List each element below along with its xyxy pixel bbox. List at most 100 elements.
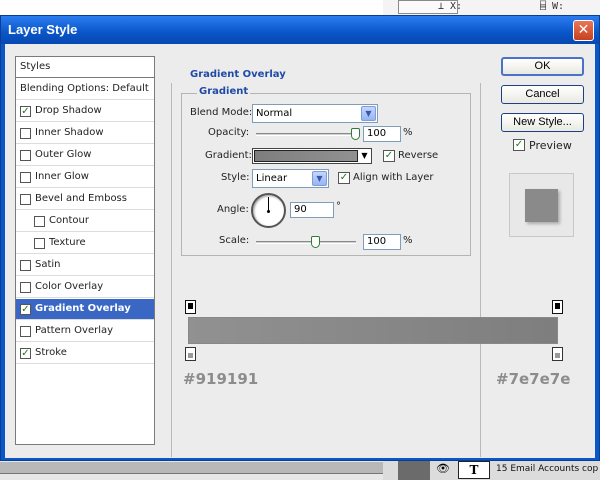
chevron-down-icon[interactable]: ▼	[312, 171, 327, 186]
style-item-label: Texture	[49, 237, 86, 248]
style-item-blending-options-default[interactable]: Blending Options: Default	[16, 79, 154, 100]
preview-checkbox[interactable]: ✓	[513, 139, 525, 151]
style-checkbox[interactable]	[34, 238, 45, 249]
angle-unit: °	[336, 201, 341, 212]
style-item-texture[interactable]: Texture	[16, 233, 154, 254]
style-value: Linear	[256, 173, 288, 184]
opacity-label: Opacity:	[208, 127, 250, 138]
dialog-titlebar[interactable]: Layer Style ✕	[1, 16, 599, 44]
style-item-label: Bevel and Emboss	[35, 193, 127, 204]
style-item-label: Stroke	[35, 347, 67, 358]
layer-name[interactable]: 15 Email Accounts cop	[496, 464, 598, 474]
style-item-drop-shadow[interactable]: ✓ Drop Shadow	[16, 101, 154, 122]
style-item-outer-glow[interactable]: Outer Glow	[16, 145, 154, 166]
angle-needle	[268, 197, 269, 211]
style-item-pattern-overlay[interactable]: Pattern Overlay	[16, 321, 154, 342]
scale-input[interactable]: 100	[363, 234, 401, 250]
gradient-bar[interactable]	[188, 317, 558, 344]
style-checkbox[interactable]	[20, 194, 31, 205]
style-checkbox[interactable]	[20, 260, 31, 271]
styles-list: Styles Blending Options: Default ✓ Drop Sh…	[15, 56, 155, 445]
section-title: Gradient Overlay	[188, 69, 288, 80]
check-icon: ✓	[514, 139, 524, 150]
style-item-label: Contour	[49, 215, 89, 226]
close-button[interactable]: ✕	[573, 20, 594, 41]
style-item-label: Outer Glow	[35, 149, 92, 160]
style-checkbox[interactable]	[34, 216, 45, 227]
style-checkbox[interactable]	[20, 172, 31, 183]
ok-button[interactable]: OK	[501, 57, 584, 76]
style-item-inner-shadow[interactable]: Inner Shadow	[16, 123, 154, 144]
blend-mode-select[interactable]: Normal ▼	[252, 104, 378, 123]
right-color-hex: #7e7e7e	[496, 370, 571, 388]
style-item-stroke[interactable]: ✓ Stroke	[16, 343, 154, 364]
new-style-button[interactable]: New Style...	[501, 113, 584, 132]
layer-thumbnail[interactable]	[398, 461, 430, 480]
style-item-bevel-and-emboss[interactable]: Bevel and Emboss	[16, 189, 154, 210]
blend-mode-label: Blend Mode:	[190, 107, 253, 118]
style-select[interactable]: Linear ▼	[252, 169, 329, 188]
style-item-label: Pattern Overlay	[35, 325, 114, 336]
reverse-label: Reverse	[398, 150, 439, 161]
angle-dial[interactable]	[251, 193, 286, 228]
background-coordinate-glyph: ⊥ X:	[438, 1, 463, 12]
opacity-unit: %	[403, 127, 413, 138]
style-item-contour[interactable]: Contour	[16, 211, 154, 232]
chevron-down-icon[interactable]: ▼	[359, 150, 370, 162]
preview-thumbnail	[509, 173, 574, 237]
check-icon: ✓	[339, 172, 349, 183]
style-item-label: Inner Glow	[35, 171, 89, 182]
color-stop-left[interactable]	[185, 347, 196, 361]
style-item-label: Satin	[35, 259, 61, 270]
styles-list-header[interactable]: Styles	[16, 57, 154, 78]
style-checkbox[interactable]	[20, 128, 31, 139]
opacity-slider-thumb[interactable]	[351, 128, 360, 140]
close-icon: ✕	[577, 22, 590, 38]
style-item-label: Gradient Overlay	[35, 303, 131, 314]
left-color-hex: #919191	[183, 370, 259, 388]
opacity-input[interactable]: 100	[363, 126, 401, 142]
background-width-glyph: ⌸ W:	[540, 1, 565, 12]
scale-label: Scale:	[219, 235, 250, 246]
dialog-title: Layer Style	[8, 22, 78, 37]
opacity-stop-left[interactable]	[185, 300, 196, 314]
layer-style-dialog: Layer Style ✕ Styles Blending Options: D…	[0, 15, 600, 461]
color-stop-right[interactable]	[552, 347, 563, 361]
background-scrollbar	[0, 462, 383, 474]
group-title: Gradient	[197, 86, 251, 97]
align-with-layer-checkbox[interactable]: ✓	[338, 172, 350, 184]
gradient-swatch[interactable]	[254, 150, 358, 162]
dialog-client-area: Styles Blending Options: Default ✓ Drop Sh…	[5, 44, 595, 458]
style-item-label: Drop Shadow	[35, 105, 102, 116]
scale-unit: %	[403, 235, 413, 246]
scale-slider-track[interactable]	[256, 241, 356, 244]
scale-slider-thumb[interactable]	[311, 236, 320, 248]
gradient-picker[interactable]: ▼	[252, 148, 372, 164]
style-checkbox[interactable]: ✓	[20, 348, 31, 359]
check-icon: ✓	[384, 150, 394, 161]
opacity-slider-track[interactable]	[256, 133, 356, 136]
opacity-stop-right[interactable]	[552, 300, 563, 314]
style-checkbox[interactable]: ✓	[20, 106, 31, 117]
preview-swatch	[525, 189, 558, 222]
style-checkbox[interactable]: ✓	[20, 304, 31, 315]
style-item-color-overlay[interactable]: Color Overlay	[16, 277, 154, 298]
style-checkbox[interactable]	[20, 150, 31, 161]
style-label: Style:	[221, 172, 250, 183]
chevron-down-icon[interactable]: ▼	[361, 106, 376, 121]
angle-center	[267, 210, 270, 213]
style-checkbox[interactable]	[20, 282, 31, 293]
style-checkbox[interactable]	[20, 326, 31, 337]
eye-icon[interactable]: 👁	[436, 462, 450, 476]
cancel-button[interactable]: Cancel	[501, 85, 584, 104]
style-item-gradient-overlay[interactable]: ✓ Gradient Overlay	[16, 299, 154, 320]
reverse-checkbox[interactable]: ✓	[383, 150, 395, 162]
gradient-label: Gradient:	[205, 150, 252, 161]
style-item-inner-glow[interactable]: Inner Glow	[16, 167, 154, 188]
style-item-satin[interactable]: Satin	[16, 255, 154, 276]
style-item-label: Blending Options: Default	[20, 83, 149, 94]
angle-input[interactable]: 90	[290, 202, 334, 218]
style-item-label: Color Overlay	[35, 281, 104, 292]
align-with-layer-label: Align with Layer	[353, 172, 434, 183]
preview-label: Preview	[529, 139, 572, 152]
